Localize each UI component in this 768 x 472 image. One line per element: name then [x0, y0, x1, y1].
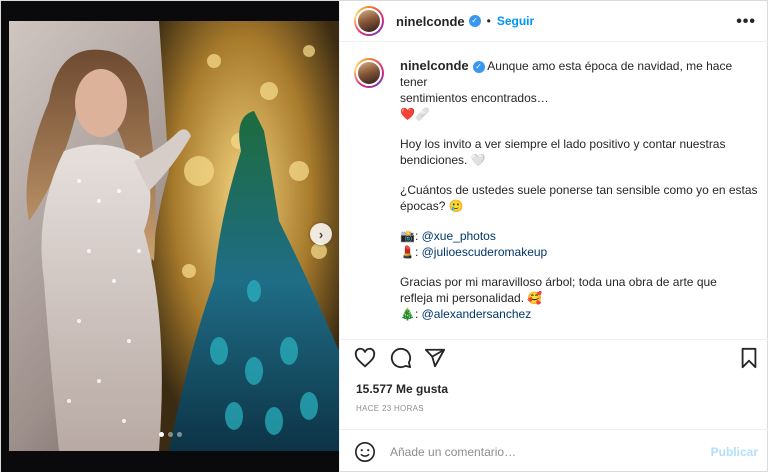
caption-text: Hoy los invito a ver siempre el lado pos…	[400, 137, 726, 151]
carousel-dot	[168, 432, 173, 437]
comment-box: Publicar	[340, 429, 768, 472]
camera-icon: 📸	[400, 229, 415, 243]
caption-emoji: ❤️🩹	[400, 107, 430, 121]
post-timestamp[interactable]: Hace 23 horas	[356, 404, 424, 413]
post-sidebar: ninelconde ✓ • Seguir ••• ninelconde ✓ Au…	[339, 1, 768, 472]
follow-button[interactable]: Seguir	[497, 14, 534, 28]
action-bar	[340, 339, 768, 373]
like-count[interactable]: 15.577 Me gusta	[356, 382, 448, 396]
caption-text: ¿Cuántos de ustedes suele ponerse tan se…	[400, 183, 758, 197]
carousel-dot	[159, 432, 164, 437]
carousel-indicator	[159, 432, 182, 437]
caption-text: sentimientos encontrados…	[400, 91, 549, 105]
smiley-icon[interactable]	[354, 441, 376, 463]
post-media: ›	[1, 1, 339, 472]
post-photo	[9, 21, 339, 451]
mention-link[interactable]: @xue_photos	[422, 229, 496, 243]
share-icon[interactable]	[424, 347, 446, 369]
mention-link[interactable]: @alexandersanchez	[422, 307, 532, 321]
avatar[interactable]	[354, 6, 384, 36]
caption-text: Gracias por mi maravilloso árbol; toda u…	[400, 275, 717, 289]
lipstick-icon: 💄	[400, 245, 415, 259]
comment-icon[interactable]	[390, 347, 412, 369]
caption-avatar[interactable]	[354, 58, 384, 88]
post-header: ninelconde ✓ • Seguir •••	[340, 1, 768, 42]
tree-icon: 🎄	[400, 307, 415, 321]
verified-badge-icon: ✓	[468, 15, 481, 27]
post-caption: ninelconde ✓ Aunque amo esta época de nav…	[354, 58, 759, 322]
caption-username[interactable]: ninelconde	[400, 58, 469, 73]
caption-text: épocas? 🥲	[400, 199, 464, 213]
chevron-right-icon[interactable]: ›	[310, 223, 332, 245]
comment-input[interactable]	[390, 444, 690, 459]
more-options-icon[interactable]: •••	[736, 13, 756, 31]
post-dialog: › ninelconde ✓ • Seguir ••• ninelconde ✓ …	[0, 0, 768, 472]
caption-text: bendiciones. 🤍	[400, 153, 486, 167]
carousel-dot	[177, 432, 182, 437]
verified-badge-icon: ✓	[472, 60, 485, 73]
heart-icon[interactable]	[354, 347, 376, 369]
header-separator: •	[486, 14, 491, 28]
caption-text: refleja mi personalidad. 🥰	[400, 291, 543, 305]
publish-button[interactable]: Publicar	[711, 445, 758, 459]
bookmark-icon[interactable]	[738, 347, 760, 369]
mention-link[interactable]: @julioescuderomakeup	[422, 245, 548, 259]
header-username[interactable]: ninelconde	[396, 14, 465, 29]
